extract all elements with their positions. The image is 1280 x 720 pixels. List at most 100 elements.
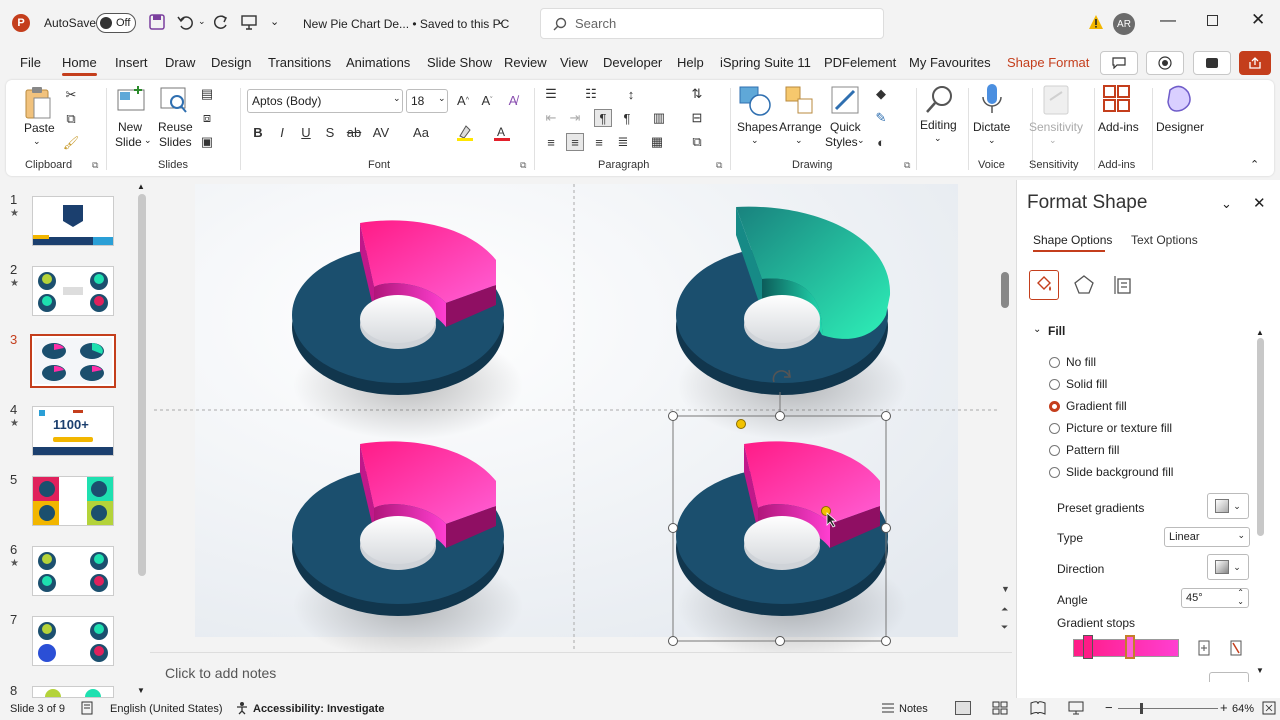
new-slide-label-1[interactable]: New xyxy=(118,120,142,134)
zoom-out-icon[interactable]: − xyxy=(1105,700,1113,715)
tab-transitions[interactable]: Transitions xyxy=(268,55,331,70)
arrange-dropdown-icon[interactable]: ⌄ xyxy=(795,135,803,146)
shapes-dropdown-icon[interactable]: ⌄ xyxy=(751,135,759,146)
tab-text-options[interactable]: Text Options xyxy=(1131,233,1198,247)
font-color-icon[interactable]: A xyxy=(493,124,511,142)
present-icon[interactable] xyxy=(240,13,258,31)
avatar[interactable]: AR xyxy=(1113,13,1135,35)
document-title[interactable]: New Pie Chart De... • Saved to this PC xyxy=(303,17,509,31)
text-direction-icon[interactable]: ⇅ xyxy=(688,85,706,103)
remove-gradient-stop-icon[interactable] xyxy=(1227,639,1245,657)
tab-animations[interactable]: Animations xyxy=(346,55,410,70)
size-properties-tab[interactable] xyxy=(1113,274,1135,296)
new-slide-icon[interactable] xyxy=(116,86,146,114)
reading-view-icon[interactable] xyxy=(1030,701,1046,715)
zoom-in-icon[interactable]: + xyxy=(1220,700,1228,715)
align-center-icon[interactable]: ≡ xyxy=(566,133,584,151)
font-family-select[interactable]: Aptos (Body) xyxy=(247,89,403,113)
reuse-slides-label-2[interactable]: Slides xyxy=(159,135,192,149)
undo-icon[interactable] xyxy=(176,13,194,31)
char-spacing-icon[interactable]: AV xyxy=(372,123,390,141)
paste-dropdown-icon[interactable]: ⌄ xyxy=(33,136,41,147)
strikethrough-icon[interactable]: ab xyxy=(345,123,363,141)
tab-review[interactable]: Review xyxy=(504,55,547,70)
shapes-icon[interactable] xyxy=(738,85,772,117)
minimize-icon[interactable]: — xyxy=(1160,12,1176,30)
drawing-launcher-icon[interactable]: ⧉ xyxy=(904,160,910,171)
align-right-icon[interactable]: ≡ xyxy=(590,133,608,151)
add-ins-label[interactable]: Add-ins xyxy=(1098,120,1139,134)
format-painter-icon[interactable]: 🖌 xyxy=(62,134,80,152)
slide-thumbnail-2[interactable] xyxy=(32,266,114,316)
zoom-slider-thumb[interactable] xyxy=(1140,703,1143,714)
arrange-label[interactable]: Arrange xyxy=(779,120,822,134)
slide-thumbnail-7[interactable] xyxy=(32,616,114,666)
next-slide-icon[interactable]: ⏷ xyxy=(1000,622,1008,632)
fit-slide-icon[interactable] xyxy=(1262,701,1276,715)
line-spacing-icon[interactable]: ↕ xyxy=(622,85,640,103)
quick-styles-label-1[interactable]: Quick xyxy=(830,120,861,134)
language-indicator[interactable]: English (United States) xyxy=(110,703,223,715)
spelling-icon[interactable] xyxy=(80,701,94,715)
slide-thumbnail-8[interactable] xyxy=(32,686,114,698)
font-family-dropdown-icon[interactable]: ⌄ xyxy=(393,93,401,104)
notes-icon[interactable] xyxy=(881,702,895,714)
font-launcher-icon[interactable]: ⧉ xyxy=(520,160,526,171)
thumbnail-scrollbar[interactable] xyxy=(138,194,146,576)
effects-tab[interactable] xyxy=(1073,274,1095,296)
slide-thumbnail-5[interactable] xyxy=(32,476,114,526)
new-slide-label-2[interactable]: Slide xyxy=(115,135,142,149)
section-fill-header[interactable]: Fill xyxy=(1048,324,1065,338)
justify-icon[interactable]: ≣ xyxy=(614,133,632,151)
scroll-up-icon[interactable]: ▲ xyxy=(137,182,145,191)
copy-icon[interactable]: ⧉ xyxy=(62,110,80,128)
slide-thumbnail-6[interactable] xyxy=(32,546,114,596)
prev-slide-icon[interactable]: ⏶ xyxy=(1001,604,1009,614)
radio-picture-fill[interactable]: Picture or texture fill xyxy=(1049,421,1172,435)
tab-draw[interactable]: Draw xyxy=(165,55,195,70)
scroll-down-arrow-icon[interactable]: ▼ xyxy=(1001,584,1010,594)
tab-pdfelement[interactable]: PDFelement xyxy=(824,55,896,70)
columns-icon[interactable]: ▥ xyxy=(650,109,668,127)
normal-view-icon[interactable] xyxy=(955,701,971,715)
scroll-down-icon[interactable]: ▼ xyxy=(137,686,145,695)
tab-my-favourites[interactable]: My Favourites xyxy=(909,55,991,70)
italic-icon[interactable]: I xyxy=(273,123,291,141)
increase-font-icon[interactable]: A ^ xyxy=(454,91,472,109)
add-ins-icon[interactable] xyxy=(1102,84,1132,116)
clear-format-icon[interactable]: A̸ xyxy=(504,91,522,109)
slideshow-view-icon[interactable] xyxy=(1068,701,1084,715)
tab-help[interactable]: Help xyxy=(677,55,704,70)
accessibility-icon[interactable] xyxy=(235,701,249,715)
tab-design[interactable]: Design xyxy=(211,55,251,70)
customize-toolbar-icon[interactable]: ⌄ xyxy=(270,15,279,28)
zoom-slider[interactable] xyxy=(1118,708,1218,709)
slide-canvas[interactable]: ▼ ⏶ ⏷ xyxy=(150,180,1012,652)
shapes-label[interactable]: Shapes xyxy=(737,120,778,134)
close-icon[interactable]: ✕ xyxy=(1251,10,1265,30)
decrease-indent-icon[interactable]: ⇤ xyxy=(542,109,560,127)
ltr-icon[interactable]: ¶ xyxy=(594,109,612,127)
direction-button[interactable]: ⌄ xyxy=(1207,554,1249,580)
restore-icon[interactable] xyxy=(1207,15,1218,26)
increase-indent-icon[interactable]: ⇥ xyxy=(566,109,584,127)
angle-spinner-icon[interactable]: ⌃ ⌄ xyxy=(1237,588,1244,606)
font-size-dropdown-icon[interactable]: ⌄ xyxy=(438,93,446,104)
radio-slide-background-fill[interactable]: Slide background fill xyxy=(1049,465,1173,479)
change-case-icon[interactable]: Aa xyxy=(412,123,430,141)
preset-gradients-button[interactable]: ⌄ xyxy=(1207,493,1249,519)
slide-thumbnail-3[interactable] xyxy=(30,334,116,388)
dictate-dropdown-icon[interactable]: ⌄ xyxy=(988,135,996,146)
slide-thumbnail-1[interactable] xyxy=(32,196,114,246)
highlight-icon[interactable] xyxy=(456,124,474,142)
pane-options-chevron-icon[interactable]: ⌄ xyxy=(1221,196,1232,212)
tab-view[interactable]: View xyxy=(560,55,588,70)
accessibility-status[interactable]: Accessibility: Investigate xyxy=(253,703,384,715)
editing-label[interactable]: Editing xyxy=(920,118,957,132)
designer-label[interactable]: Designer xyxy=(1156,120,1204,134)
tab-ispring[interactable]: iSpring Suite 11 xyxy=(720,55,811,70)
section-icon[interactable]: ▣ xyxy=(198,133,216,151)
arrange-icon[interactable] xyxy=(784,85,816,117)
tab-shape-options[interactable]: Shape Options xyxy=(1033,233,1112,247)
shadow-text-icon[interactable]: S xyxy=(321,123,339,141)
